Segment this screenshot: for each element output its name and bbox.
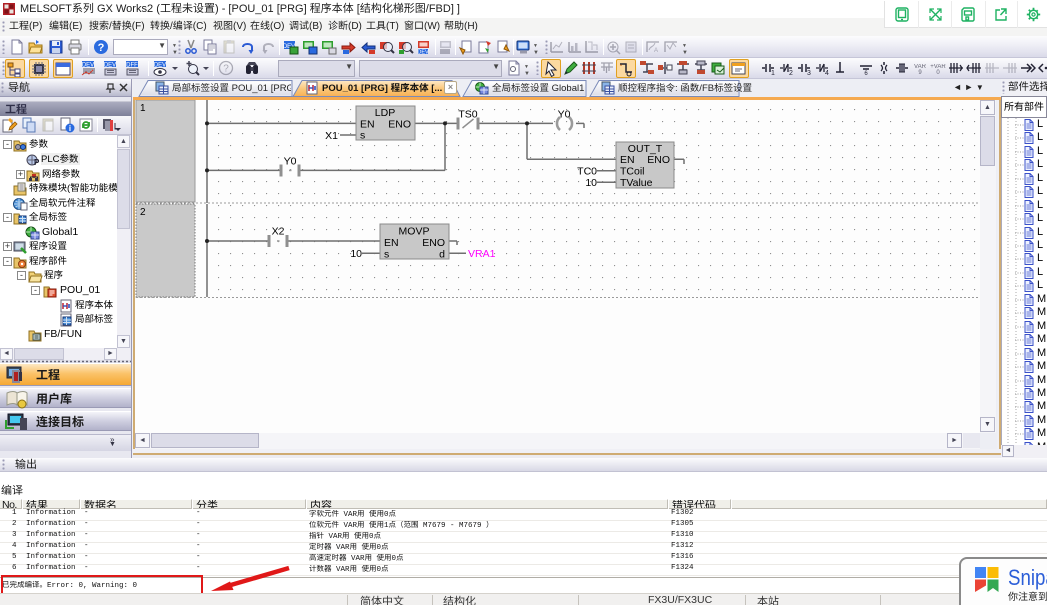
svg-text:1: 1 [140, 103, 146, 114]
svg-text:MOVP: MOVP [399, 226, 430, 238]
svg-text:(C): (C) [193, 21, 207, 32]
svg-text:Y0: Y0 [558, 109, 571, 121]
svg-text:(E): (E) [69, 21, 82, 32]
svg-text:ENO: ENO [647, 154, 670, 166]
svg-text:?: ? [98, 42, 105, 54]
svg-text:/FBD] ]: /FBD] ] [426, 3, 460, 15]
svg-text:(B): (B) [309, 21, 322, 32]
svg-text:VRA1: VRA1 [468, 248, 496, 260]
svg-text:POU_01 [PRG]: POU_01 [PRG] [322, 83, 391, 94]
svg-text:DEV: DEV [82, 63, 94, 69]
svg-text:DEV: DEV [104, 63, 116, 69]
svg-text:ENO: ENO [388, 119, 411, 131]
svg-text:(O): (O) [270, 21, 284, 32]
svg-text:(F): (F) [132, 21, 145, 32]
svg-text:DEV: DEV [417, 50, 429, 56]
svg-text:[: [ [354, 3, 360, 15]
svg-text:(T): (T) [386, 21, 399, 32]
svg-text:0: 0 [936, 70, 940, 76]
svg-text:EN: EN [384, 237, 399, 249]
svg-text:P: P [34, 158, 40, 167]
svg-text:d: d [439, 249, 445, 261]
svg-text:TCoil: TCoil [620, 166, 645, 178]
svg-text::: : [675, 83, 680, 94]
svg-text:i: i [69, 124, 71, 133]
svg-text:/: / [109, 21, 112, 32]
svg-text:TS0: TS0 [458, 109, 477, 121]
svg-text:ENO: ENO [422, 237, 445, 249]
svg-text:Global1: Global1 [549, 83, 584, 94]
svg-text:Y0: Y0 [284, 156, 297, 168]
svg-text:[...: [... [429, 83, 442, 94]
svg-text:) - [POU_01 [PRG]: ) - [POU_01 [PRG] [215, 3, 310, 15]
svg-text:0: 0 [384, 511, 389, 519]
svg-text:...: ... [752, 83, 754, 94]
svg-text:VAR: VAR [339, 522, 357, 530]
svg-text:0: 0 [369, 533, 374, 541]
svg-text:DFF: DFF [126, 63, 138, 69]
svg-text:6: 6 [864, 71, 868, 76]
svg-text:(P): (P) [29, 21, 42, 32]
svg-text:EN: EN [620, 154, 635, 166]
svg-text:M7679 - M7679: M7679 - M7679 [419, 522, 487, 530]
svg-text:(D): (D) [348, 21, 362, 32]
svg-text:DEV: DEV [154, 63, 166, 69]
svg-text:A: A [654, 48, 658, 54]
svg-text:s: s [360, 130, 365, 142]
svg-text:VAR: VAR [332, 566, 350, 574]
svg-text:4: 4 [825, 70, 829, 76]
svg-text:0: 0 [377, 566, 382, 574]
svg-text:MELSOFT: MELSOFT [20, 3, 72, 15]
svg-text:": " [620, 65, 622, 71]
svg-text:PLC: PLC [41, 154, 60, 165]
svg-text:2: 2 [140, 207, 146, 218]
svg-text:(H): (H) [464, 21, 478, 32]
svg-text:X2: X2 [272, 226, 285, 238]
svg-text:10: 10 [350, 248, 362, 260]
svg-text:2: 2 [789, 70, 793, 76]
svg-text:VAR: VAR [332, 544, 350, 552]
svg-text:LDP: LDP [375, 107, 395, 119]
svg-text:0: 0 [392, 555, 397, 563]
svg-text:9: 9 [918, 70, 922, 76]
svg-text:TValue: TValue [620, 177, 653, 189]
svg-text:?: ? [223, 64, 229, 75]
svg-text:X1: X1 [325, 130, 338, 142]
svg-text:1: 1 [771, 70, 775, 76]
svg-text:(: ( [67, 183, 71, 194]
svg-text:TC0: TC0 [577, 166, 597, 178]
svg-text:GX Works2 (: GX Works2 ( [94, 3, 160, 15]
svg-text:0: 0 [377, 544, 382, 552]
svg-text:/: / [170, 21, 173, 32]
svg-text:VAR: VAR [324, 533, 342, 541]
svg-text:10: 10 [585, 177, 597, 189]
svg-text:s: s [384, 249, 389, 261]
svg-text:POU_01 [PRG]: POU_01 [PRG] [229, 83, 291, 94]
svg-text:(V): (V) [233, 21, 246, 32]
svg-text:VAR: VAR [339, 511, 357, 519]
svg-text:3: 3 [807, 70, 811, 76]
svg-text:VAR: VAR [347, 555, 365, 563]
svg-text:(W): (W) [424, 21, 440, 32]
svg-text:/FB: /FB [699, 83, 714, 94]
svg-text:1: 1 [384, 522, 389, 530]
